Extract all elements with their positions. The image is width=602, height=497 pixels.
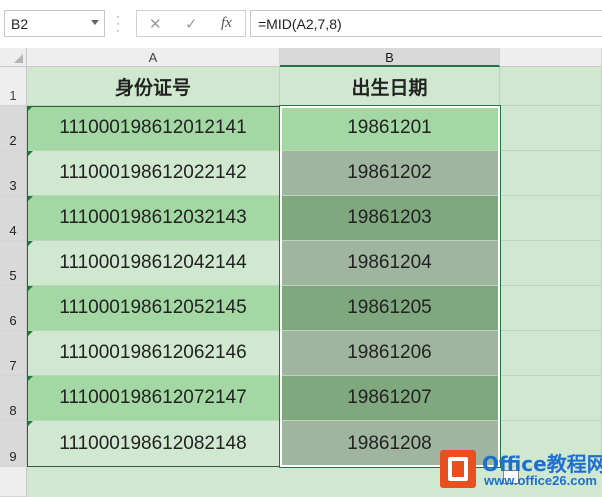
cell-a2[interactable]: 111000198612012141 bbox=[27, 106, 280, 151]
row-number: 8 bbox=[9, 403, 17, 418]
cell-b2[interactable]: 19861201 bbox=[280, 106, 500, 151]
row-number: 6 bbox=[9, 313, 17, 328]
row-number: 3 bbox=[9, 178, 17, 193]
row-header-5[interactable]: 5 bbox=[0, 241, 27, 286]
row-number: 7 bbox=[9, 358, 17, 373]
error-indicator-icon bbox=[27, 196, 33, 202]
cancel-icon[interactable]: ✕ bbox=[149, 15, 162, 33]
cell-a6[interactable]: 111000198612052145 bbox=[27, 286, 280, 331]
cell-a3[interactable]: 111000198612022142 bbox=[27, 151, 280, 196]
more-options-icon[interactable]: · · · bbox=[116, 10, 120, 36]
row-header-6[interactable]: 6 bbox=[0, 286, 27, 331]
error-indicator-icon bbox=[27, 241, 33, 247]
office-logo-icon bbox=[440, 450, 476, 488]
formula-bar: B2 · · · ✕ ✓ fx =MID(A2,7,8) bbox=[0, 0, 602, 48]
cell-b4[interactable]: 19861203 bbox=[280, 196, 500, 241]
row-header-4[interactable]: 4 bbox=[0, 196, 27, 241]
enter-icon[interactable]: ✓ bbox=[185, 15, 198, 33]
row-header-10[interactable] bbox=[0, 467, 27, 497]
insert-function-icon[interactable]: fx bbox=[221, 15, 232, 32]
column-header-c[interactable] bbox=[500, 48, 602, 67]
spreadsheet-grid: A B 1 身份证号 出生日期 2 111000198612012141 19861201… bbox=[0, 48, 602, 497]
watermark: Office教程网 www.office26.com bbox=[438, 446, 602, 497]
chevron-down-icon[interactable] bbox=[91, 20, 99, 25]
row-header-2[interactable]: 2 bbox=[0, 106, 27, 151]
header-cell-birth-date[interactable]: 出生日期 bbox=[280, 67, 500, 106]
cell-c7[interactable] bbox=[500, 331, 602, 376]
cell-a4[interactable]: 111000198612032143 bbox=[27, 196, 280, 241]
cell-c6[interactable] bbox=[500, 286, 602, 331]
cell-c5[interactable] bbox=[500, 241, 602, 286]
row-header-3[interactable]: 3 bbox=[0, 151, 27, 196]
cell-c8[interactable] bbox=[500, 376, 602, 421]
error-indicator-icon bbox=[27, 286, 33, 292]
column-header-a[interactable]: A bbox=[27, 48, 280, 67]
cell-c2[interactable] bbox=[500, 106, 602, 151]
row-header-9[interactable]: 9 bbox=[0, 421, 27, 467]
select-all-button[interactable] bbox=[0, 48, 27, 67]
error-indicator-icon bbox=[27, 151, 33, 157]
cell-b6[interactable]: 19861205 bbox=[280, 286, 500, 331]
cell-b5[interactable]: 19861204 bbox=[280, 241, 500, 286]
cell-a7[interactable]: 111000198612062146 bbox=[27, 331, 280, 376]
error-indicator-icon bbox=[27, 376, 33, 382]
row-header-8[interactable]: 8 bbox=[0, 376, 27, 421]
cell-b8[interactable]: 19861207 bbox=[280, 376, 500, 421]
row-number: 2 bbox=[9, 133, 17, 148]
cell-c4[interactable] bbox=[500, 196, 602, 241]
error-indicator-icon bbox=[27, 331, 33, 337]
row-header-1[interactable]: 1 bbox=[0, 67, 27, 106]
formula-text: =MID(A2,7,8) bbox=[258, 16, 342, 32]
row-number: 4 bbox=[9, 223, 17, 238]
column-header-b[interactable]: B bbox=[280, 48, 500, 67]
row-number: 5 bbox=[9, 268, 17, 283]
name-box-value: B2 bbox=[11, 16, 29, 32]
name-box[interactable]: B2 bbox=[4, 10, 105, 37]
cell-c3[interactable] bbox=[500, 151, 602, 196]
error-indicator-icon bbox=[27, 106, 33, 112]
row-number: 9 bbox=[9, 449, 17, 464]
formula-input[interactable]: =MID(A2,7,8) bbox=[250, 10, 602, 37]
cell-a8[interactable]: 111000198612072147 bbox=[27, 376, 280, 421]
formula-buttons: ✕ ✓ fx bbox=[136, 10, 246, 37]
watermark-url: www.office26.com bbox=[484, 473, 597, 488]
cell-a9[interactable]: 111000198612082148 bbox=[27, 421, 280, 467]
error-indicator-icon bbox=[27, 421, 33, 427]
row-number: 1 bbox=[9, 88, 17, 103]
cell-c1[interactable] bbox=[500, 67, 602, 106]
cell-b3[interactable]: 19861202 bbox=[280, 151, 500, 196]
header-cell-id-number[interactable]: 身份证号 bbox=[27, 67, 280, 106]
row-header-7[interactable]: 7 bbox=[0, 331, 27, 376]
cell-a5[interactable]: 111000198612042144 bbox=[27, 241, 280, 286]
cell-b7[interactable]: 19861206 bbox=[280, 331, 500, 376]
